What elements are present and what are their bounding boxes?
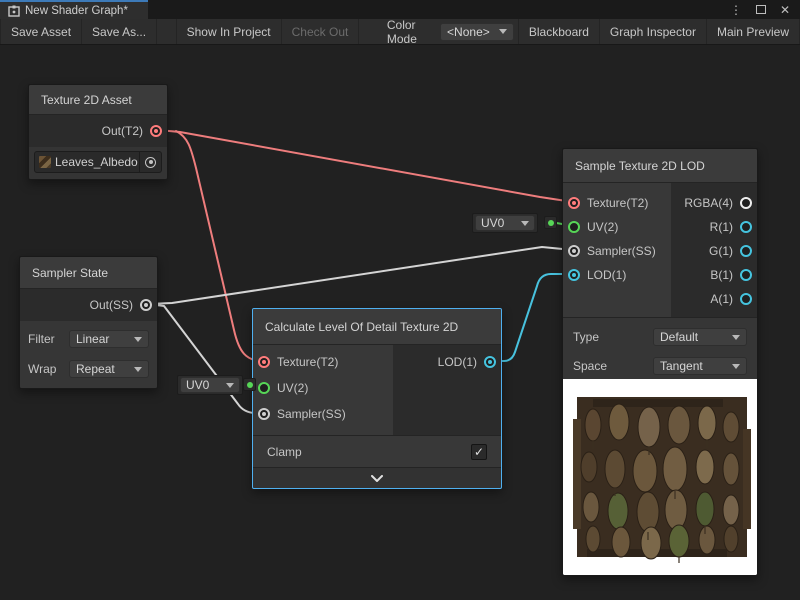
uv-channel-dropdown[interactable]: UV0: [180, 377, 240, 393]
window-close-icon[interactable]: ✕: [780, 3, 790, 17]
blackboard-toggle-button[interactable]: Blackboard: [518, 19, 600, 44]
node-preview-image: [563, 379, 757, 575]
wire-lod-to-sample[interactable]: [491, 274, 573, 361]
show-in-project-button[interactable]: Show In Project: [176, 19, 282, 44]
toolbar-spacer: [157, 19, 176, 44]
tab-title: New Shader Graph*: [25, 5, 128, 17]
clamp-label: Clamp: [267, 445, 471, 459]
chevron-down-icon: [134, 367, 142, 372]
node-title[interactable]: Sample Texture 2D LOD: [563, 149, 757, 183]
wrap-label: Wrap: [28, 362, 69, 376]
port-lod-input[interactable]: [568, 269, 580, 281]
port-label: Out(SS): [90, 298, 133, 312]
node-sampler-state[interactable]: Sampler State Out(SS) Filter Linear Wrap…: [19, 256, 158, 389]
node-texture-2d-asset[interactable]: Texture 2D Asset Out(T2) Leaves_Albedo: [28, 84, 168, 180]
port-r-output[interactable]: [740, 221, 752, 233]
port-g-output[interactable]: [740, 245, 752, 257]
tab-shader-graph[interactable]: New Shader Graph*: [0, 0, 148, 19]
texture-thumbnail-icon: [39, 156, 51, 168]
port-texture-input[interactable]: [568, 197, 580, 209]
color-mode-label: Color Mode: [378, 18, 440, 46]
toolbar: Save Asset Save As... Show In Project Ch…: [0, 19, 800, 45]
port-sampler-input[interactable]: [258, 408, 270, 420]
wire-sampler-to-sample[interactable]: [148, 247, 573, 304]
chevron-down-icon: [521, 221, 529, 226]
wire-sampler-to-calc[interactable]: [148, 304, 263, 413]
port-a-output[interactable]: [740, 293, 752, 305]
port-texture-input[interactable]: [258, 356, 270, 368]
window-tab-bar: New Shader Graph* ⋮ ✕: [0, 0, 800, 19]
save-as-button[interactable]: Save As...: [82, 19, 157, 44]
type-label: Type: [573, 330, 653, 344]
object-picker-button[interactable]: [139, 152, 161, 172]
uv-channel-panel: UV0: [177, 375, 243, 395]
node-title[interactable]: Sampler State: [20, 257, 157, 289]
color-mode-dropdown[interactable]: <None>: [440, 23, 514, 41]
port-out-t2[interactable]: [150, 125, 162, 137]
chevron-down-icon: [134, 337, 142, 342]
uv-channel-dropdown[interactable]: UV0: [475, 215, 535, 231]
space-dropdown[interactable]: Tangent: [653, 357, 747, 375]
wrap-dropdown[interactable]: Repeat: [69, 360, 149, 378]
chevron-down-icon: [499, 29, 507, 34]
clamp-checkbox[interactable]: [471, 444, 487, 460]
main-preview-toggle-button[interactable]: Main Preview: [707, 19, 800, 44]
port-lod-output[interactable]: [484, 356, 496, 368]
texture-object-field[interactable]: Leaves_Albedo: [34, 151, 162, 173]
node-calculate-lod-texture-2d[interactable]: Calculate Level Of Detail Texture 2D Tex…: [252, 308, 502, 489]
space-label: Space: [573, 359, 653, 373]
window-menu-icon[interactable]: ⋮: [730, 3, 742, 17]
port-sampler-input[interactable]: [568, 245, 580, 257]
port-uv-input[interactable]: [258, 382, 270, 394]
node-expand-button[interactable]: [253, 467, 501, 488]
filter-dropdown[interactable]: Linear: [69, 330, 149, 348]
port-rgba-output[interactable]: [740, 197, 752, 209]
filter-label: Filter: [28, 332, 69, 346]
wire-texture-to-calc[interactable]: [176, 131, 263, 361]
port-label: Out(T2): [102, 124, 143, 138]
node-title[interactable]: Calculate Level Of Detail Texture 2D: [253, 309, 501, 345]
shader-graph-icon: [8, 5, 20, 17]
type-dropdown[interactable]: Default: [653, 328, 747, 346]
chevron-down-icon: [226, 383, 234, 388]
chevron-down-icon: [732, 335, 740, 340]
graph-inspector-toggle-button[interactable]: Graph Inspector: [600, 19, 707, 44]
chevron-down-icon: [732, 364, 740, 369]
port-uv-input[interactable]: [568, 221, 580, 233]
uv-channel-panel: UV0: [472, 213, 538, 233]
object-picker-icon: [145, 157, 156, 168]
wire-texture-to-sample[interactable]: [158, 130, 573, 202]
uv-dot-icon: [247, 382, 253, 388]
port-out-ss[interactable]: [140, 299, 152, 311]
save-asset-button[interactable]: Save Asset: [0, 19, 82, 44]
texture-asset-name: Leaves_Albedo: [55, 155, 139, 169]
node-title[interactable]: Texture 2D Asset: [29, 85, 167, 115]
node-sample-texture-2d-lod[interactable]: Sample Texture 2D LOD Texture(T2) UV(2) …: [562, 148, 758, 576]
toolbar-spacer: [359, 19, 378, 44]
check-out-button: Check Out: [282, 19, 360, 44]
uv-slot-connector: [544, 216, 557, 229]
chevron-down-icon: [371, 475, 383, 482]
uv-slot-connector: [243, 378, 256, 391]
window-maximize-icon[interactable]: [756, 5, 766, 14]
port-b-output[interactable]: [740, 269, 752, 281]
uv-dot-icon: [548, 220, 554, 226]
